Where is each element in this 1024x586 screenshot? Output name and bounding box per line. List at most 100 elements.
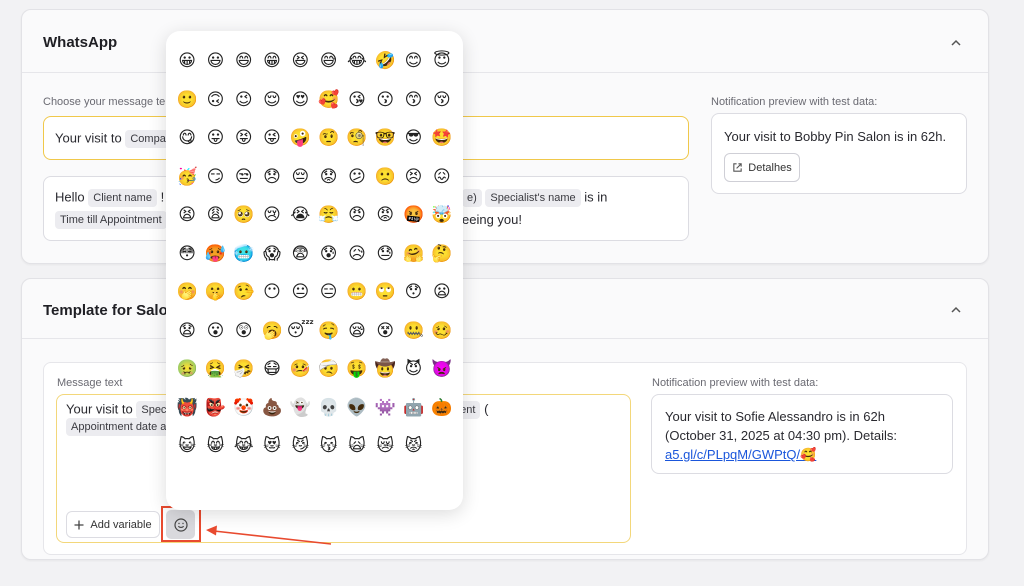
add-variable-button[interactable]: Add variable — [66, 511, 160, 538]
emoji-option[interactable]: 🤔 — [428, 235, 456, 274]
emoji-option[interactable]: 👺 — [201, 389, 229, 428]
emoji-option[interactable]: 😶 — [258, 273, 286, 312]
emoji-option[interactable]: 🤕 — [314, 350, 342, 389]
emoji-option[interactable]: 🤧 — [230, 350, 258, 389]
emoji-option[interactable]: 🤤 — [314, 312, 342, 351]
emoji-option[interactable]: 🧐 — [343, 119, 371, 158]
emoji-option[interactable]: 🤬 — [399, 196, 427, 235]
emoji-option[interactable]: 🤒 — [286, 350, 314, 389]
emoji-option[interactable]: 😚 — [428, 81, 456, 120]
emoji-option[interactable]: 😫 — [173, 196, 201, 235]
emoji-option[interactable]: 😀 — [173, 42, 201, 81]
emoji-option[interactable]: 🙃 — [201, 81, 229, 120]
emoji-option[interactable]: 🤪 — [286, 119, 314, 158]
emoji-option[interactable]: 😍 — [286, 81, 314, 120]
emoji-option[interactable]: 😔 — [286, 158, 314, 197]
emoji-option[interactable]: 😛 — [201, 119, 229, 158]
emoji-option[interactable]: 😡 — [371, 196, 399, 235]
emoji-option[interactable]: 🥳 — [173, 158, 201, 197]
emoji-option[interactable]: 🥱 — [258, 312, 286, 351]
emoji-option[interactable]: 😘 — [343, 81, 371, 120]
emoji-option[interactable]: 😉 — [230, 81, 258, 120]
emoji-option[interactable]: 🤑 — [343, 350, 371, 389]
emoji-option[interactable]: 😦 — [428, 273, 456, 312]
emoji-option[interactable]: 😏 — [201, 158, 229, 197]
emoji-option[interactable]: 😟 — [314, 158, 342, 197]
emoji-option[interactable]: 😿 — [371, 427, 399, 466]
emoji-option[interactable]: 👽 — [343, 389, 371, 428]
emoji-option[interactable]: 😠 — [343, 196, 371, 235]
emoji-option[interactable]: 😋 — [173, 119, 201, 158]
emoji-option[interactable]: 😣 — [399, 158, 427, 197]
emoji-option[interactable]: 🤖 — [399, 389, 427, 428]
emoji-option[interactable]: 🤮 — [201, 350, 229, 389]
emoji-option[interactable]: 😯 — [399, 273, 427, 312]
emoji-option[interactable]: 😥 — [343, 235, 371, 274]
emoji-option[interactable]: 💩 — [258, 389, 286, 428]
emoji-option[interactable]: 😢 — [258, 196, 286, 235]
emoji-option[interactable]: 😮 — [201, 312, 229, 351]
chevron-up-icon[interactable] — [951, 38, 961, 48]
emoji-option[interactable]: 😲 — [230, 312, 258, 351]
emoji-option[interactable]: 😹 — [230, 427, 258, 466]
emoji-option[interactable]: 😨 — [286, 235, 314, 274]
emoji-option[interactable]: 🤗 — [399, 235, 427, 274]
emoji-option[interactable]: 🙂 — [173, 81, 201, 120]
emoji-option[interactable]: 😵 — [371, 312, 399, 351]
emoji-option[interactable]: 😈 — [399, 350, 427, 389]
emoji-option[interactable]: 😧 — [173, 312, 201, 351]
emoji-option[interactable]: 😭 — [286, 196, 314, 235]
emoji-option[interactable]: 😗 — [371, 81, 399, 120]
emoji-option[interactable]: 👻 — [286, 389, 314, 428]
emoji-option[interactable]: 😸 — [201, 427, 229, 466]
emoji-option[interactable]: 🤩 — [428, 119, 456, 158]
chevron-up-icon[interactable] — [951, 305, 961, 315]
emoji-option[interactable]: 😑 — [314, 273, 342, 312]
emoji-option[interactable]: 😻 — [258, 427, 286, 466]
emoji-option[interactable]: 😺 — [173, 427, 201, 466]
emoji-option[interactable]: 😰 — [314, 235, 342, 274]
emoji-option[interactable]: 😾 — [399, 427, 427, 466]
emoji-option[interactable]: 👿 — [428, 350, 456, 389]
emoji-option[interactable]: 👾 — [371, 389, 399, 428]
emoji-option[interactable]: 😳 — [173, 235, 201, 274]
emoji-option[interactable]: 🤥 — [230, 273, 258, 312]
emoji-option[interactable]: 👹 — [173, 389, 201, 428]
preview-link[interactable]: a5.gl/c/PLpqM/GWPtQ/🥰 — [665, 447, 816, 462]
emoji-option[interactable]: 🤭 — [173, 273, 201, 312]
emoji-option[interactable]: 💀 — [314, 389, 342, 428]
emoji-option[interactable]: 😄 — [230, 42, 258, 81]
emoji-option[interactable]: 😱 — [258, 235, 286, 274]
emoji-option[interactable]: 😤 — [314, 196, 342, 235]
emoji-option[interactable]: 😁 — [258, 42, 286, 81]
emoji-option[interactable]: 🙄 — [371, 273, 399, 312]
emoji-option[interactable]: 😬 — [343, 273, 371, 312]
emoji-option[interactable]: 😝 — [230, 119, 258, 158]
emoji-option[interactable]: 🤣 — [371, 42, 399, 81]
emoji-option[interactable]: 😩 — [201, 196, 229, 235]
emoji-option[interactable]: 🤫 — [201, 273, 229, 312]
emoji-option[interactable]: 🤡 — [230, 389, 258, 428]
emoji-option[interactable]: 😼 — [286, 427, 314, 466]
emoji-option[interactable]: 😽 — [314, 427, 342, 466]
emoji-option[interactable]: 😐 — [286, 273, 314, 312]
emoji-option[interactable]: 😜 — [258, 119, 286, 158]
emoji-option[interactable]: 🙁 — [371, 158, 399, 197]
emoji-option[interactable]: 🥰 — [314, 81, 342, 120]
emoji-option[interactable]: 😂 — [343, 42, 371, 81]
emoji-option[interactable]: 🥶 — [230, 235, 258, 274]
emoji-option[interactable]: 🤐 — [399, 312, 427, 351]
emoji-option[interactable]: 😷 — [258, 350, 286, 389]
emoji-option[interactable]: 😌 — [258, 81, 286, 120]
emoji-option[interactable]: 🤯 — [428, 196, 456, 235]
emoji-option[interactable]: 🤢 — [173, 350, 201, 389]
emoji-option[interactable]: 😊 — [399, 42, 427, 81]
emoji-option[interactable]: 🥵 — [201, 235, 229, 274]
emoji-option[interactable]: 🥺 — [230, 196, 258, 235]
emoji-option[interactable]: 😓 — [371, 235, 399, 274]
emoji-option[interactable]: 😪 — [343, 312, 371, 351]
emoji-option[interactable]: 😙 — [399, 81, 427, 120]
emoji-option[interactable]: 😕 — [343, 158, 371, 197]
emoji-option[interactable]: 🤨 — [314, 119, 342, 158]
emoji-option[interactable]: 😇 — [428, 42, 456, 81]
